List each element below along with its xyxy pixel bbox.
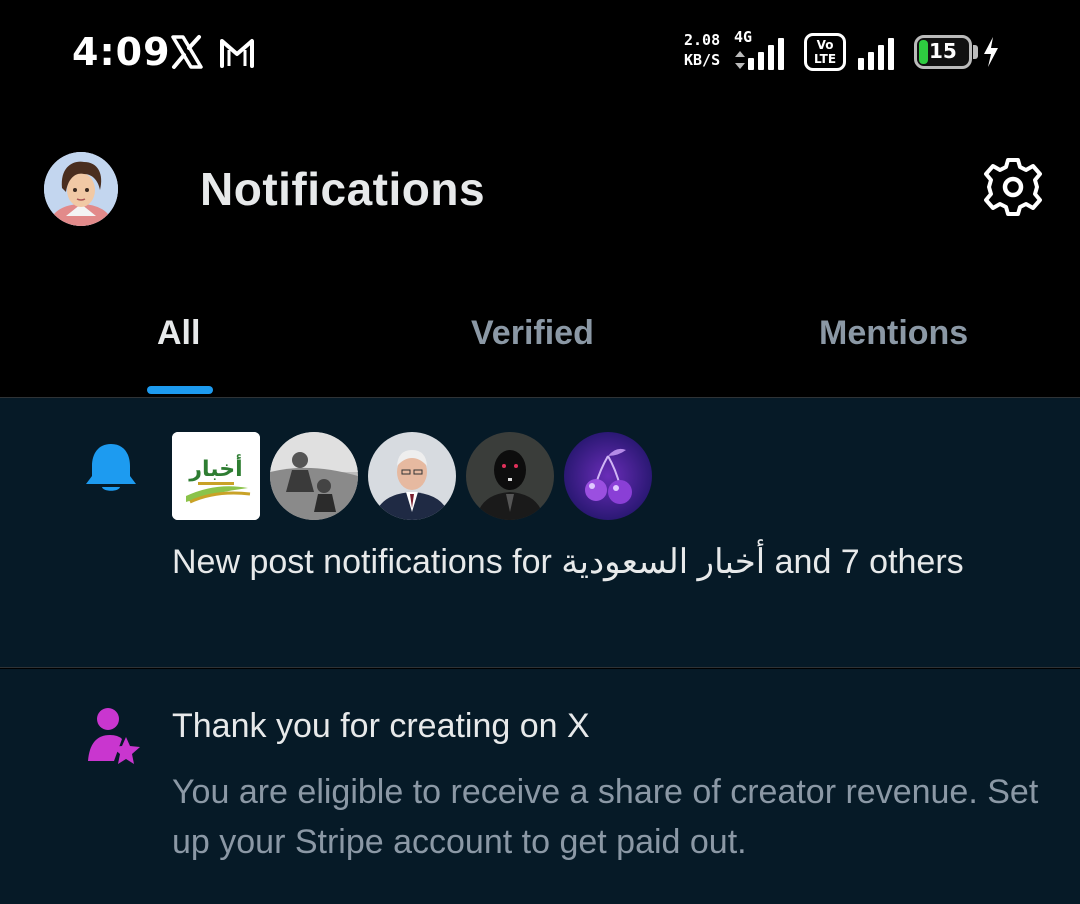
man-in-suit-avatar[interactable] — [368, 432, 456, 520]
akhbar-logo-avatar[interactable]: أخبار — [172, 432, 260, 520]
data-arrows-icon — [735, 51, 745, 69]
battery-level: 15 — [929, 39, 957, 63]
notification-item[interactable]: أخبار New post notifications for أخبار ا… — [0, 398, 1080, 668]
notification-tabs: All Verified Mentions — [0, 290, 1080, 398]
cherry-avatar[interactable] — [564, 432, 652, 520]
notification-item[interactable]: Thank you for creating on X You are elig… — [0, 669, 1080, 904]
network-speed-unit: KB/S — [684, 51, 721, 69]
volte-bottom-label: LTE — [813, 52, 837, 66]
tab-all[interactable]: All — [157, 314, 200, 353]
volte-top-label: Vo — [816, 38, 834, 52]
network-speed-value: 2.08 — [684, 31, 721, 49]
creator-star-icon — [88, 708, 140, 764]
status-time: 4:09 — [72, 30, 171, 74]
battery-icon: 15 — [914, 35, 972, 69]
status-right-cluster: 2.08 KB/S 4G Vo LTE 15 — [680, 28, 1010, 78]
gmail-icon — [220, 39, 254, 68]
bell-icon — [86, 444, 136, 491]
profile-avatar[interactable] — [44, 152, 118, 226]
akhbar-logo-text: أخبار — [188, 453, 242, 482]
app-header: Notifications — [0, 110, 1080, 270]
notification-body: You are eligible to receive a share of c… — [172, 773, 1039, 861]
dark-figure-avatar[interactable] — [466, 432, 554, 520]
bw-photo-avatar[interactable] — [270, 432, 358, 520]
network-speed: 2.08 KB/S — [684, 30, 720, 70]
active-tab-indicator — [147, 386, 213, 394]
volte-icon: Vo LTE — [804, 33, 846, 71]
charging-bolt-icon — [984, 37, 998, 67]
notification-text: New post notifications for أخبار السعودي… — [172, 543, 964, 581]
tab-verified[interactable]: Verified — [471, 314, 594, 353]
notification-title: Thank you for creating on X — [172, 707, 590, 745]
signal-strength-2-icon — [858, 36, 894, 70]
tab-mentions[interactable]: Mentions — [819, 314, 968, 353]
page-title: Notifications — [200, 163, 486, 215]
gear-icon[interactable] — [982, 156, 1044, 218]
status-bar: 4:09 2.08 KB/S 4G Vo LTE 15 — [0, 0, 1080, 110]
signal-strength-icon — [748, 36, 784, 70]
x-logo-icon — [171, 35, 203, 69]
